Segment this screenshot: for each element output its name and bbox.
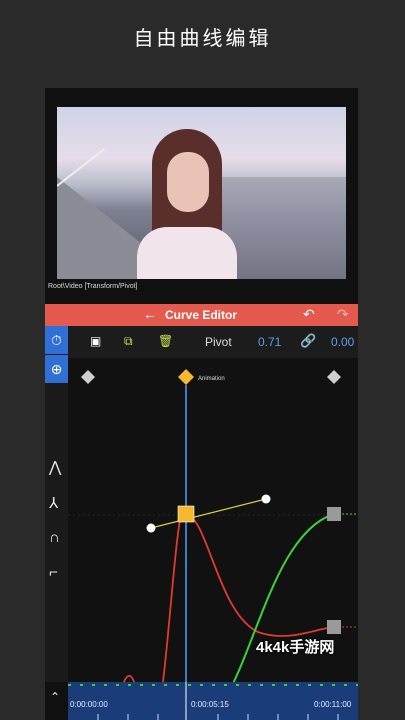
step-icon[interactable]: ⌐ [49, 564, 58, 581]
curve-toolbar: ▣ ⧉ 🗑 Pivot 0.71 🔗 0.00 [68, 326, 358, 358]
back-arrow-icon[interactable]: ← [143, 306, 157, 322]
ease-in-out-icon[interactable]: ⅄ [49, 494, 58, 512]
add-keyframe-icon[interactable]: ⊕ [45, 355, 68, 383]
undo-icon[interactable]: ↶ [303, 306, 315, 323]
person-body [137, 227, 237, 279]
curve-sidebar: ⏱ ⊕ ⋀ ⅄ ∩ ⌐ [45, 326, 68, 682]
timeline-track[interactable]: 0:00:00:00 0:00:05:15 0:00:11:00 [68, 682, 358, 720]
handle-point-2[interactable] [261, 494, 271, 504]
time-end: 0:00:11:00 [314, 700, 352, 709]
link-icon[interactable]: 🔗 [300, 333, 316, 349]
stopwatch-icon[interactable]: ⏱ [45, 326, 68, 354]
curve-graph-svg[interactable]: Animation [68, 358, 358, 720]
time-start: 0:00:00:00 [70, 700, 108, 709]
redo-icon[interactable]: ↷ [337, 306, 349, 323]
keyframe-left[interactable] [81, 370, 95, 384]
key-right-mid[interactable] [327, 620, 341, 634]
header-title: Curve Editor [165, 308, 238, 322]
ease-arch-icon[interactable]: ∩ [49, 529, 60, 546]
watermark: 4k4k手游网 [256, 639, 335, 656]
person-face [167, 152, 209, 212]
keyframe-selected[interactable] [178, 369, 194, 385]
curve-graph[interactable]: Animation [68, 358, 358, 720]
video-preview [57, 107, 346, 279]
handle-point-1[interactable] [146, 523, 156, 533]
property-label: Pivot [205, 335, 232, 349]
delete-icon[interactable]: 🗑 [158, 334, 173, 348]
pivot-x-value[interactable]: 0.71 [258, 335, 281, 349]
collapse-up-icon[interactable]: ⌃ [50, 690, 60, 704]
app-screen: Root\Video [Transform/Pivot] ← Curve Edi… [45, 88, 358, 720]
breadcrumb: Root\Video [Transform/Pivot] [48, 283, 138, 290]
key-right-top[interactable] [327, 507, 341, 521]
page-title: 自由曲线编辑 [133, 26, 272, 50]
key-top-selected[interactable] [177, 505, 195, 523]
copy-icon[interactable]: ⧉ [124, 334, 133, 349]
handle-top[interactable] [150, 498, 267, 529]
graph-view-icon[interactable]: ▣ [90, 334, 101, 348]
time-mid: 0:00:05:15 [191, 700, 229, 709]
pivot-y-value[interactable]: 0.00 [331, 335, 354, 349]
keyframe-label: Animation [198, 376, 225, 382]
keyframe-right[interactable] [327, 370, 341, 384]
ease-peak-icon[interactable]: ⋀ [49, 458, 61, 476]
curve-editor-header: ← Curve Editor ↶ ↷ [45, 304, 358, 326]
